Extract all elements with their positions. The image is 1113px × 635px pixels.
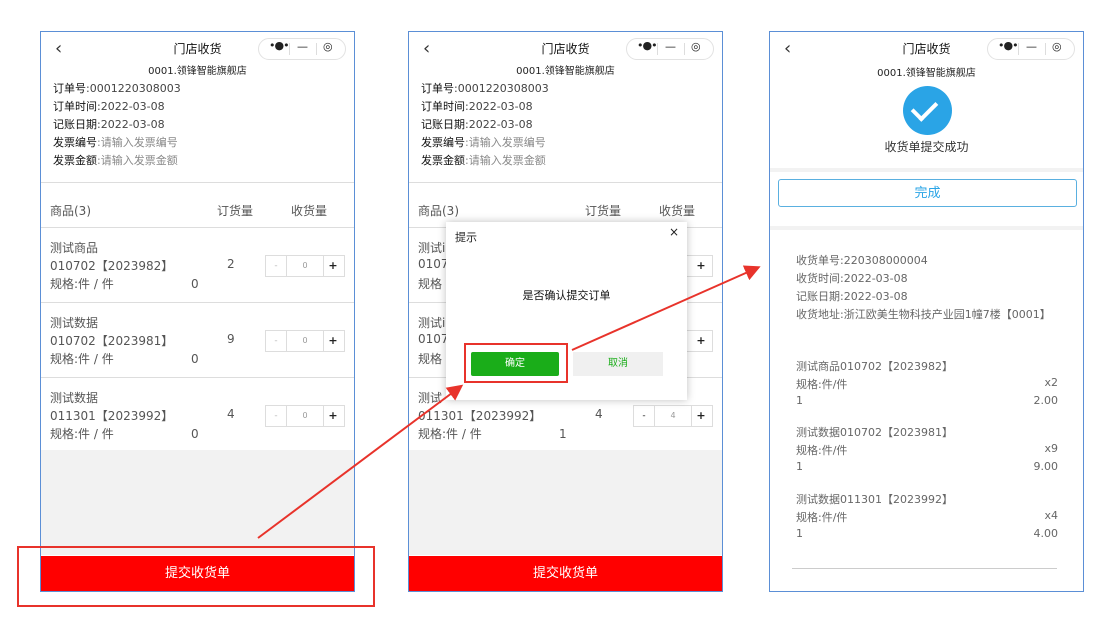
arrow-confirm-to-success [571, 265, 761, 351]
annotation-arrows [257, 265, 761, 539]
arrow-submit-to-dialog [257, 384, 464, 539]
